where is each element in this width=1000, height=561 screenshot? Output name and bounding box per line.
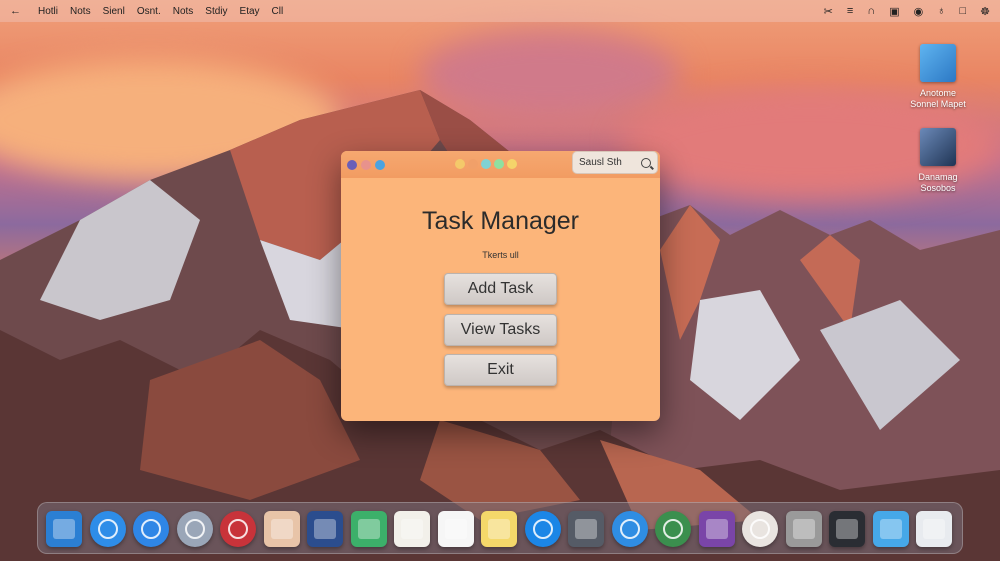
notes-list-glyph — [401, 519, 423, 539]
arch-icon[interactable]: ∩ — [867, 5, 875, 17]
avatar-app-glyph — [750, 519, 770, 539]
image-file-icon — [920, 128, 956, 166]
system-preferences-glyph — [792, 519, 815, 539]
toolbar-dot[interactable] — [455, 159, 465, 169]
document-glyph — [923, 519, 945, 539]
menu-item-8[interactable]: Cll — [272, 6, 284, 17]
desktop-icon-2[interactable]: Danamag Sosobos — [898, 128, 978, 194]
page-subtitle: Tkerts ull — [482, 250, 519, 260]
globe-glyph — [663, 519, 683, 539]
display-icon[interactable]: ▣ — [889, 5, 899, 18]
menu-item-3[interactable]: Sienl — [103, 6, 125, 17]
desktop-icon-label: Sonnel Mapet — [910, 99, 966, 109]
menu-bar: ← Hotli Nots Sienl Osnt. Nots Stdiy Etay… — [0, 0, 1000, 22]
record-icon[interactable] — [220, 511, 256, 547]
close-button[interactable] — [347, 159, 357, 170]
terminal-glyph — [836, 519, 858, 539]
safari-icon[interactable] — [89, 511, 126, 547]
appstore-glyph — [532, 519, 553, 539]
search-input[interactable]: Sausl Sth — [572, 151, 658, 174]
gear-icon[interactable]: ☸ — [980, 5, 990, 18]
folder-glyph — [879, 519, 902, 539]
toolbar-dot[interactable] — [507, 159, 517, 169]
exit-button[interactable]: Exit — [444, 354, 557, 386]
search-label: Sausl Sth — [579, 157, 622, 168]
photos-icon[interactable] — [263, 511, 300, 547]
messages-icon[interactable] — [350, 511, 387, 547]
terminal-icon[interactable] — [829, 511, 865, 547]
bulb-icon[interactable]: ♁ — [937, 5, 945, 17]
finder-icon[interactable] — [46, 511, 82, 547]
desktop-icon-label: Danamag — [918, 172, 958, 182]
toolbar-dots — [455, 159, 517, 169]
battery-icon[interactable]: ≡ — [847, 5, 853, 17]
document-icon[interactable]: □ — [959, 5, 966, 17]
folder-icon[interactable] — [872, 511, 909, 547]
task-manager-window: Sausl Sth Task Manager Tkerts ull Add Ta… — [341, 151, 660, 421]
twitter-glyph — [619, 519, 640, 539]
dock — [37, 502, 963, 554]
notes-list-icon[interactable] — [394, 511, 430, 547]
calendar-icon[interactable] — [437, 511, 474, 547]
record-glyph — [228, 519, 248, 539]
maps-icon[interactable] — [307, 511, 343, 547]
menu-item-7[interactable]: Etay — [240, 6, 260, 17]
desktop-icon-1[interactable]: Anotome Sonnel Mapet — [898, 44, 978, 110]
desktop-icon-label: Anotome — [919, 88, 957, 98]
system-preferences-icon[interactable] — [785, 511, 822, 547]
notes-icon[interactable] — [481, 511, 517, 547]
scissors-icon[interactable]: ✂ — [824, 5, 833, 18]
messages-glyph — [357, 519, 380, 539]
calendar-glyph — [444, 519, 467, 539]
window-titlebar[interactable]: Sausl Sth — [341, 151, 660, 178]
menu-item-6[interactable]: Stdiy — [205, 6, 227, 17]
rocket-icon[interactable] — [176, 511, 213, 547]
zoom-button[interactable] — [375, 159, 385, 170]
toolbar-dot[interactable] — [494, 159, 504, 169]
gamepad-icon[interactable]: ◉ — [914, 5, 924, 18]
avatar-app-icon[interactable] — [742, 511, 778, 547]
safari-glyph — [97, 519, 118, 539]
globe-icon[interactable] — [655, 511, 691, 547]
status-area: ✂ ≡ ∩ ▣ ◉ ♁ □ ☸ — [824, 5, 990, 18]
view-tasks-button[interactable]: View Tasks — [444, 314, 557, 346]
minimize-button[interactable] — [361, 159, 371, 170]
document-icon[interactable] — [916, 511, 952, 547]
menu-item-1[interactable]: Hotli — [38, 6, 58, 17]
image-file-icon — [920, 44, 956, 82]
apple-menu-icon[interactable]: ← — [10, 5, 24, 17]
compass-icon[interactable] — [133, 511, 169, 547]
rocket-glyph — [184, 519, 205, 539]
purple-app-icon[interactable] — [698, 511, 735, 547]
menu-item-4[interactable]: Osnt. — [137, 6, 161, 17]
window-controls — [347, 159, 385, 170]
menu-item-5[interactable]: Nots — [173, 6, 194, 17]
twitter-icon[interactable] — [611, 511, 648, 547]
purple-app-glyph — [705, 519, 728, 539]
desktop-icon-label: Sosobos — [920, 183, 956, 193]
page-title: Task Manager — [421, 207, 580, 235]
appstore-icon[interactable] — [524, 511, 561, 547]
photos-glyph — [270, 519, 293, 539]
toolbar-dot[interactable] — [481, 159, 491, 169]
menu-item-2[interactable]: Nots — [70, 6, 91, 17]
search-icon[interactable] — [641, 157, 651, 168]
compass-glyph — [141, 519, 161, 539]
notes-glyph — [488, 519, 510, 539]
add-task-button[interactable]: Add Task — [444, 273, 557, 305]
menu-app-icon[interactable] — [568, 511, 604, 547]
finder-glyph — [53, 519, 75, 539]
toolbar-dot[interactable] — [468, 159, 478, 169]
maps-glyph — [314, 519, 336, 539]
menu-app-glyph — [575, 519, 597, 539]
